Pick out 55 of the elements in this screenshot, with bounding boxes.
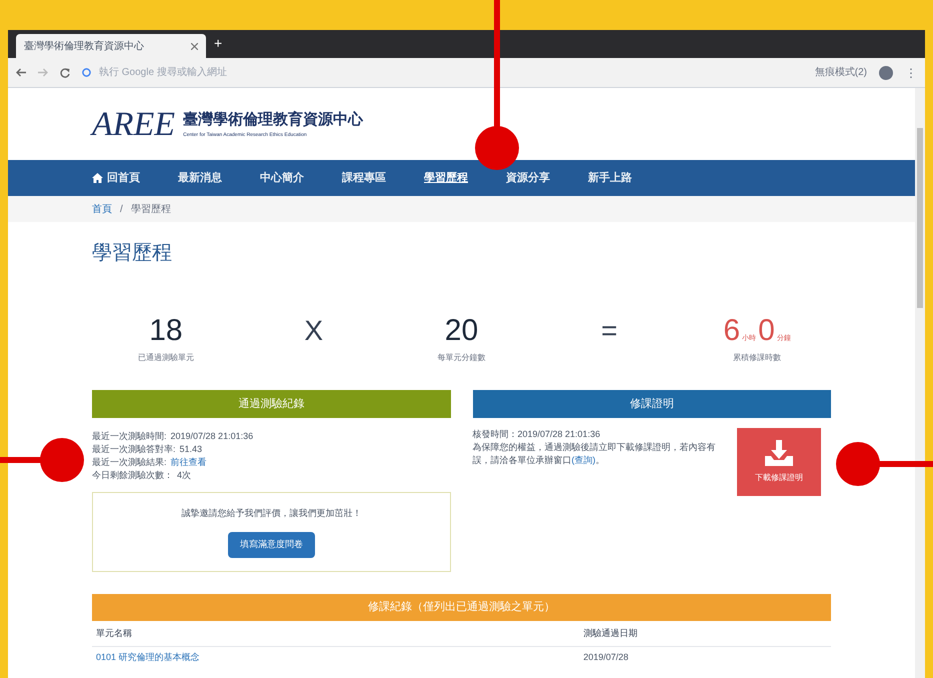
nav-link[interactable]: 新手上路 [588, 170, 632, 186]
nav-link[interactable]: 學習歷程 [424, 170, 468, 186]
tab-title: 臺灣學術倫理教育資源中心 [24, 40, 145, 54]
certificate-note: 為保障您的權益，通過測驗後請立即下載修課證明，若內容有誤，請洽各單位承辦窗口(查詢)。 [472, 441, 716, 467]
scrollbar[interactable] [915, 88, 925, 678]
nav-link[interactable]: 最新消息 [178, 170, 222, 186]
table-cell-text: 2019/07/28 [583, 651, 630, 664]
hours-value: 6 [723, 314, 740, 348]
column-header: 單元名稱 [96, 626, 133, 640]
stat-caption: 每單元分鐘數 [437, 352, 486, 364]
stat-value: 18 [149, 314, 183, 348]
menu-button[interactable]: ⋮ [905, 64, 917, 82]
breadcrumb-item[interactable]: 首頁 [92, 202, 112, 216]
record-value: 2019/07/28 21:01:36 [170, 430, 254, 443]
column-header: 測驗通過日期 [583, 626, 638, 640]
survey-text: 誠摯邀請您給予我們評價，讓我們更加茁壯！ [181, 506, 362, 520]
download-button[interactable]: 下載修課證明 [737, 428, 821, 496]
nav-link[interactable]: 回首頁 [92, 170, 140, 186]
result-link[interactable]: 前往查看 [170, 456, 207, 469]
breadcrumb-item[interactable]: 學習歷程 [130, 202, 171, 216]
record-value: 51.43 [180, 443, 202, 456]
table-header: 修課紀錄（僅列出已通過測驗之單元） [92, 594, 831, 621]
record-label: 最近一次測驗答對率: [92, 443, 176, 456]
download-icon [764, 440, 794, 468]
reload-icon[interactable] [60, 68, 70, 78]
site-name: 臺灣學術倫理教育資源中心 [183, 110, 364, 130]
operator-sign: X [304, 314, 324, 348]
record-value: 4次 [177, 469, 192, 482]
record-label: 今日剩餘測驗次數： [92, 469, 173, 482]
page-title: 學習歷程 [92, 241, 173, 266]
stat-caption: 累積修課時數 [733, 352, 782, 364]
stat-caption: 已通過測驗單元 [138, 352, 194, 364]
query-link[interactable]: (查詢) [572, 455, 596, 465]
new-tab-button[interactable]: + [214, 33, 222, 54]
browser-tab[interactable]: 臺灣學術倫理教育資源中心 [16, 34, 206, 58]
nav-link[interactable]: 資源分享 [506, 170, 550, 186]
nav-link[interactable]: 中心簡介 [260, 170, 304, 186]
minutes-value: 0 [758, 314, 775, 348]
record-label: 最近一次測驗時間: [92, 430, 167, 443]
survey-button[interactable]: 填寫滿意度問卷 [228, 532, 315, 558]
home-icon [92, 173, 103, 183]
stat-value: 20 [444, 314, 478, 348]
close-icon[interactable] [191, 42, 198, 50]
issue-time: 核發時間：2019/07/28 21:01:36 [472, 428, 602, 441]
incognito-label[interactable]: 無痕模式(2) [814, 65, 867, 80]
operator-sign: = [601, 314, 618, 348]
panel-header: 修課證明 [472, 390, 831, 418]
back-icon[interactable] [16, 68, 26, 77]
panel-header: 通過測驗紀錄 [92, 390, 450, 418]
avatar-icon[interactable] [879, 66, 893, 80]
unit-link[interactable]: 0101 研究倫理的基本概念 [96, 651, 200, 665]
site-logo[interactable]: AREE [92, 98, 176, 150]
nav-link[interactable]: 課程專區 [342, 170, 386, 186]
breadcrumb-separator: / [120, 202, 123, 216]
record-label: 最近一次測驗結果: [92, 456, 167, 469]
